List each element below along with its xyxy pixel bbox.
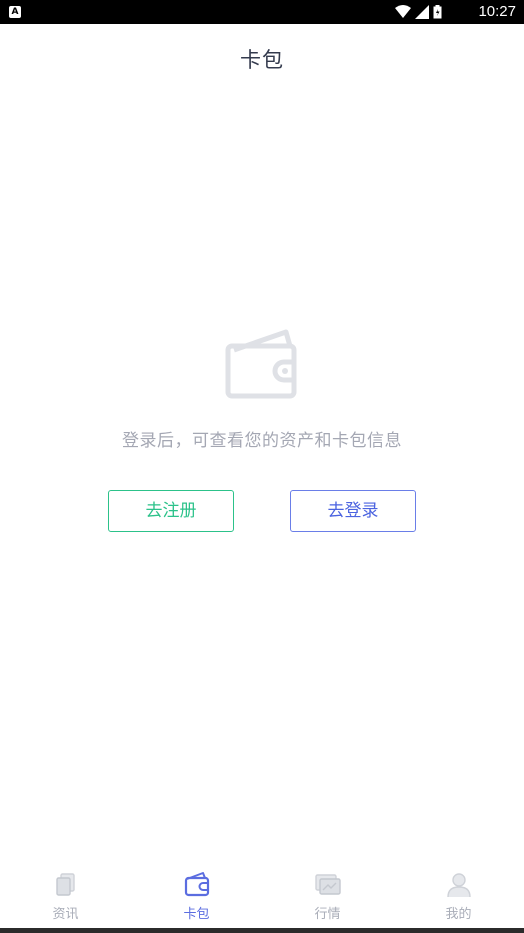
tab-label: 资讯: [52, 907, 79, 922]
profile-icon: [446, 873, 471, 898]
wallet-icon: [225, 329, 297, 399]
signal-icon: [415, 5, 429, 19]
battery-icon: [433, 5, 442, 19]
bottom-tab-bar: 资讯 卡包 行情 我的: [0, 862, 524, 928]
tab-label: 行情: [314, 907, 341, 922]
wallet-icon: [184, 872, 209, 897]
header: 卡包: [0, 24, 524, 88]
tab-profile[interactable]: 我的: [393, 862, 524, 928]
status-bar: A 10:27: [0, 0, 524, 24]
page-title: 卡包: [240, 48, 284, 72]
status-icons: [395, 5, 442, 19]
status-time: 10:27: [478, 3, 516, 20]
wifi-icon: [395, 5, 411, 18]
market-icon: [314, 874, 341, 895]
tab-news[interactable]: 资讯: [0, 862, 131, 928]
tab-label: 卡包: [183, 907, 210, 922]
empty-state-message: 登录后，可查看您的资产和卡包信息: [122, 431, 402, 451]
register-button[interactable]: 去注册: [108, 490, 234, 532]
bottom-divider: [0, 928, 524, 933]
tab-market[interactable]: 行情: [262, 862, 393, 928]
notification-icon: A: [9, 6, 21, 18]
tab-wallet[interactable]: 卡包: [131, 862, 262, 928]
news-icon: [55, 873, 75, 896]
login-button[interactable]: 去登录: [290, 490, 416, 532]
tab-label: 我的: [445, 907, 472, 922]
app-screen: A 10:27 卡包 登录后，可查看您的资产和卡包信息 去注册 去登录 资讯 卡…: [0, 0, 524, 933]
